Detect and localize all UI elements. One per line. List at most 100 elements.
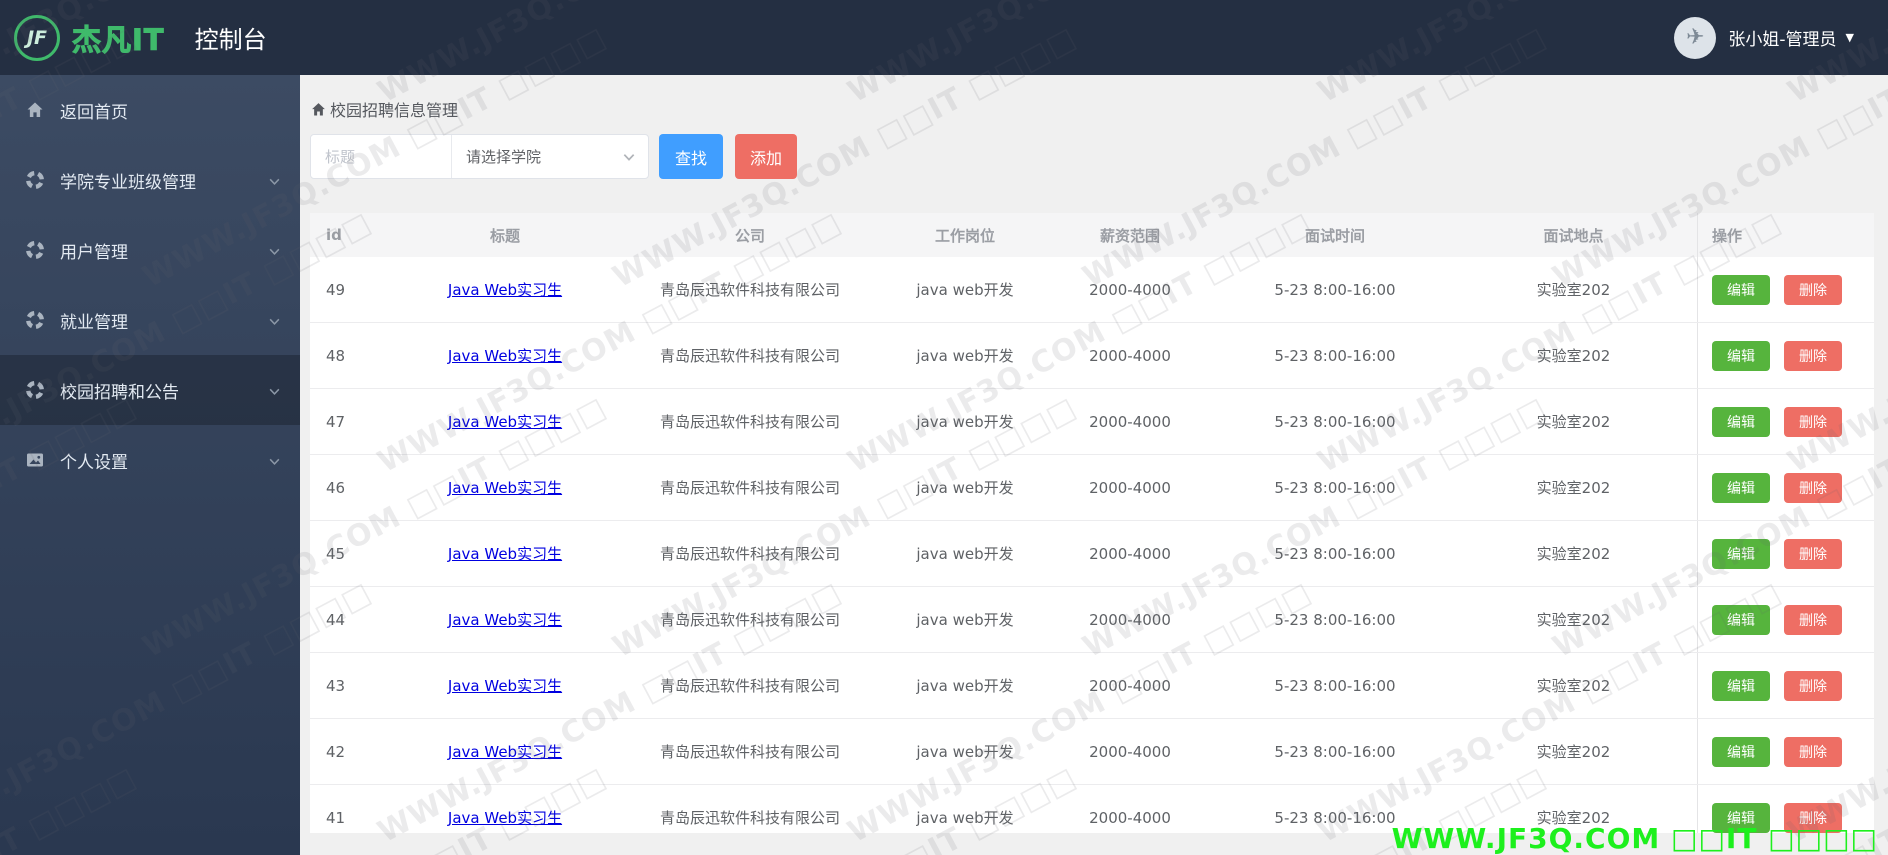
cell-company: 青岛辰迅软件科技有限公司	[659, 347, 840, 365]
cell-id: 46	[326, 478, 346, 497]
cell-interview-place: 实验室202	[1536, 281, 1611, 299]
delete-button[interactable]: 删除	[1784, 274, 1842, 305]
sidebar-item-employment-management[interactable]: 就业管理	[0, 285, 300, 355]
chevron-down-icon	[268, 103, 282, 117]
sidebar-item-home[interactable]: 返回首页	[0, 75, 300, 145]
cell-id: 44	[326, 610, 346, 629]
cell-interview-place: 实验室202	[1536, 545, 1611, 563]
chevron-down-icon	[622, 150, 636, 164]
row-title-link[interactable]: Java Web实习生	[448, 477, 562, 498]
chevron-down-icon	[268, 173, 282, 187]
cell-id: 48	[326, 346, 346, 365]
page-title: 控制台	[194, 26, 267, 54]
edit-button[interactable]: 编辑	[1712, 406, 1770, 437]
chevron-down-icon[interactable]: ▼	[1846, 31, 1854, 44]
cell-salary: 2000-4000	[1089, 346, 1171, 365]
main-content: 校园招聘信息管理 请选择学院 查找 添加 id 标题 公司 工作岗位 薪资范围 …	[300, 75, 1888, 855]
row-title-link[interactable]: Java Web实习生	[448, 543, 562, 564]
row-title-link[interactable]: Java Web实习生	[448, 609, 562, 630]
breadcrumb: 校园招聘信息管理	[310, 97, 1888, 121]
home-icon	[24, 99, 46, 121]
cell-job: java web开发	[916, 677, 1014, 695]
table-header-row: id 标题 公司 工作岗位 薪资范围 面试时间 面试地点 操作	[310, 213, 1874, 257]
edit-button[interactable]: 编辑	[1712, 670, 1770, 701]
table-row: 43 Java Web实习生 青岛辰迅软件科技有限公司 java web开发 2…	[310, 653, 1874, 719]
edit-button[interactable]: 编辑	[1712, 736, 1770, 767]
cell-interview-place: 实验室202	[1536, 677, 1611, 695]
cell-interview-time: 5-23 8:00-16:00	[1274, 808, 1396, 827]
sidebar: 返回首页 学院专业班级管理 用户管理 就业管理 校园招聘和公告 个人设置	[0, 75, 300, 855]
sidebar-item-label: 返回首页	[60, 102, 128, 123]
delete-button[interactable]: 删除	[1784, 472, 1842, 503]
sidebar-item-user-management[interactable]: 用户管理	[0, 215, 300, 285]
table-row: 49 Java Web实习生 青岛辰迅软件科技有限公司 java web开发 2…	[310, 257, 1874, 323]
table-row: 42 Java Web实习生 青岛辰迅软件科技有限公司 java web开发 2…	[310, 719, 1874, 785]
col-interview-place: 面试地点	[1543, 226, 1604, 245]
delete-button[interactable]: 删除	[1784, 736, 1842, 767]
recruitment-table: id 标题 公司 工作岗位 薪资范围 面试时间 面试地点 操作 49 Java …	[310, 213, 1874, 833]
cell-id: 42	[326, 742, 346, 761]
sidebar-item-label: 个人设置	[60, 452, 128, 473]
edit-button[interactable]: 编辑	[1712, 802, 1770, 833]
row-title-link[interactable]: Java Web实习生	[448, 279, 562, 300]
delete-button[interactable]: 删除	[1784, 802, 1842, 833]
cell-company: 青岛辰迅软件科技有限公司	[659, 545, 840, 563]
sidebar-item-personal-settings[interactable]: 个人设置	[0, 425, 300, 495]
delete-button[interactable]: 删除	[1784, 538, 1842, 569]
edit-button[interactable]: 编辑	[1712, 340, 1770, 371]
col-job: 工作岗位	[934, 226, 995, 245]
lifebuoy-icon	[24, 379, 46, 401]
cell-salary: 2000-4000	[1089, 808, 1171, 827]
edit-button[interactable]: 编辑	[1712, 274, 1770, 305]
row-title-link[interactable]: Java Web实习生	[448, 741, 562, 762]
cell-company: 青岛辰迅软件科技有限公司	[659, 743, 840, 761]
cell-interview-time: 5-23 8:00-16:00	[1274, 280, 1396, 299]
edit-button[interactable]: 编辑	[1712, 538, 1770, 569]
row-title-link[interactable]: Java Web实习生	[448, 345, 562, 366]
search-button[interactable]: 查找	[659, 134, 723, 179]
table-row: 47 Java Web实习生 青岛辰迅软件科技有限公司 java web开发 2…	[310, 389, 1874, 455]
sidebar-item-campus-recruit-notice[interactable]: 校园招聘和公告	[0, 355, 300, 425]
cell-job: java web开发	[916, 281, 1014, 299]
cell-job: java web开发	[916, 479, 1014, 497]
cell-job: java web开发	[916, 347, 1014, 365]
edit-button[interactable]: 编辑	[1712, 472, 1770, 503]
cell-id: 49	[326, 280, 346, 299]
cell-id: 47	[326, 412, 346, 431]
table-row: 44 Java Web实习生 青岛辰迅软件科技有限公司 java web开发 2…	[310, 587, 1874, 653]
cell-salary: 2000-4000	[1089, 412, 1171, 431]
row-title-link[interactable]: Java Web实习生	[448, 411, 562, 432]
delete-button[interactable]: 删除	[1784, 604, 1842, 635]
delete-button[interactable]: 删除	[1784, 406, 1842, 437]
table-row: 48 Java Web实习生 青岛辰迅软件科技有限公司 java web开发 2…	[310, 323, 1874, 389]
cell-company: 青岛辰迅软件科技有限公司	[659, 281, 840, 299]
cell-salary: 2000-4000	[1089, 478, 1171, 497]
cell-job: java web开发	[916, 413, 1014, 431]
sidebar-item-college-major-class[interactable]: 学院专业班级管理	[0, 145, 300, 215]
avatar[interactable]: ✈	[1674, 16, 1717, 59]
cell-job: java web开发	[916, 743, 1014, 761]
college-select[interactable]: 请选择学院	[452, 135, 648, 178]
breadcrumb-label: 校园招聘信息管理	[330, 101, 459, 120]
chevron-down-icon	[268, 453, 282, 467]
cell-interview-time: 5-23 8:00-16:00	[1274, 676, 1396, 695]
cell-interview-place: 实验室202	[1536, 479, 1611, 497]
chevron-down-icon	[268, 383, 282, 397]
chevron-down-icon	[268, 313, 282, 327]
row-title-link[interactable]: Java Web实习生	[448, 675, 562, 696]
user-name[interactable]: 张小姐-管理员	[1728, 25, 1836, 50]
cell-interview-time: 5-23 8:00-16:00	[1274, 610, 1396, 629]
cell-salary: 2000-4000	[1089, 742, 1171, 761]
table-row: 41 Java Web实习生 青岛辰迅软件科技有限公司 java web开发 2…	[310, 785, 1874, 833]
delete-button[interactable]: 删除	[1784, 670, 1842, 701]
cell-job: java web开发	[916, 545, 1014, 563]
edit-button[interactable]: 编辑	[1712, 604, 1770, 635]
title-search-input[interactable]	[311, 135, 451, 178]
add-button[interactable]: 添加	[735, 134, 797, 179]
topbar: JF 杰凡IT 控制台 ✈ 张小姐-管理员 ▼	[0, 0, 1888, 75]
cell-job: java web开发	[916, 611, 1014, 629]
cell-salary: 2000-4000	[1089, 676, 1171, 695]
cell-company: 青岛辰迅软件科技有限公司	[659, 479, 840, 497]
row-title-link[interactable]: Java Web实习生	[448, 807, 562, 828]
delete-button[interactable]: 删除	[1784, 340, 1842, 371]
